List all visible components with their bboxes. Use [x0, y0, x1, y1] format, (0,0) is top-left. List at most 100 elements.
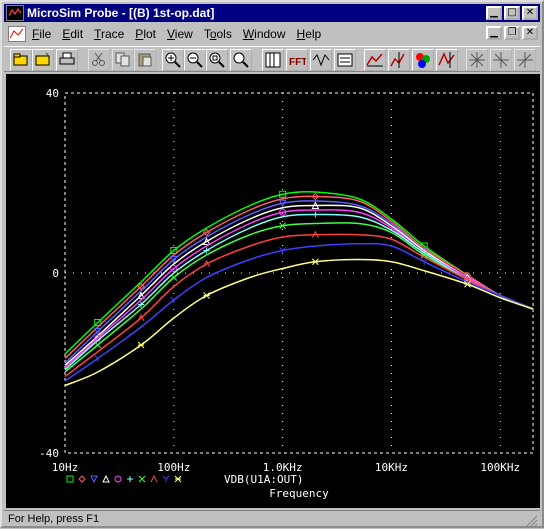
cursor-trough-icon — [469, 52, 485, 68]
close-icon: ✕ — [525, 7, 535, 18]
probe-app-icon[interactable] — [6, 5, 24, 21]
x-tick-label: 10Hz — [52, 461, 79, 474]
toggle-cursor-button[interactable] — [364, 49, 386, 71]
status-bar: For Help, press F1 — [4, 510, 540, 529]
zoom-fit-button[interactable] — [230, 49, 252, 71]
bode-plot[interactable]: 400-4010Hz 100Hz 1.0KHz 10KHz 100KHzVDB(U1A:… — [6, 74, 540, 508]
open-folder-button[interactable] — [32, 49, 54, 71]
series-marker — [150, 474, 158, 483]
y-tick-label: 0 — [52, 267, 59, 280]
series-marker — [162, 475, 170, 482]
performance-analysis-button[interactable] — [310, 49, 332, 71]
toggle-cursor-icon — [366, 53, 383, 67]
svg-text:FFT: FFT — [289, 57, 306, 68]
menu-help[interactable]: Help — [297, 27, 322, 41]
cursor-min-button[interactable] — [514, 49, 536, 71]
series-marker — [203, 292, 210, 299]
zoom-in-button[interactable] — [162, 49, 184, 71]
series-marker — [102, 474, 110, 483]
open-folder-icon — [35, 52, 50, 66]
fft-button[interactable]: FFT — [286, 49, 308, 71]
zoom-out-button[interactable] — [184, 49, 206, 71]
x-axis-label: Frequency — [269, 487, 329, 500]
minimize-button[interactable]: ▁ — [486, 6, 502, 20]
zoom-in-icon — [165, 52, 181, 68]
series-trace — [64, 201, 534, 366]
goal-function-icon — [337, 53, 353, 67]
mark-label-button[interactable] — [412, 49, 434, 71]
title-bar[interactable]: MicroSim Probe - [(B) 1st-op.dat] ▁ □ ✕ — [4, 4, 540, 22]
maximize-icon: □ — [507, 7, 517, 18]
cursor-peak-icon — [390, 52, 405, 68]
axis-settings-icon — [265, 52, 281, 68]
x-tick-label: 10KHz — [375, 461, 408, 474]
window-title: MicroSim Probe - [(B) 1st-op.dat] — [27, 6, 215, 20]
restore-icon: ❐ — [507, 27, 517, 38]
cut-icon — [92, 52, 105, 66]
doc-restore-button[interactable]: ❐ — [504, 26, 520, 40]
series-trace — [64, 192, 534, 360]
axis-settings-button[interactable] — [262, 49, 284, 71]
series-marker — [137, 341, 145, 349]
y-tick-label: 40 — [46, 87, 59, 100]
cut-button[interactable] — [88, 49, 110, 71]
resize-grip-icon[interactable] — [526, 515, 538, 527]
document-icon[interactable] — [8, 25, 26, 42]
menu-plot[interactable]: Plot — [135, 27, 156, 41]
fft-icon: FFT — [289, 57, 306, 68]
status-message: For Help, press F1 — [8, 513, 100, 525]
probe-window: MicroSim Probe - [(B) 1st-op.dat] ▁ □ ✕ … — [0, 0, 544, 528]
legend-label: VDB(U1A:OUT) — [224, 473, 303, 486]
document-window-controls: ▁ ❐ ✕ — [484, 26, 538, 40]
series-marker — [114, 475, 122, 483]
series-marker — [66, 475, 74, 483]
series-marker — [312, 258, 319, 266]
series-marker — [127, 476, 133, 482]
series-marker — [174, 475, 182, 483]
series-line — [64, 209, 534, 369]
series-marker — [94, 341, 102, 349]
cursor-min-icon — [517, 52, 533, 68]
menu-edit[interactable]: Edit — [62, 27, 83, 41]
menu-view[interactable]: View — [167, 27, 193, 41]
cursor-peak-button[interactable] — [388, 49, 410, 71]
doc-close-button[interactable]: ✕ — [522, 26, 538, 40]
y-tick-label: -40 — [39, 447, 59, 460]
cursor-slope-button[interactable] — [490, 49, 512, 71]
zoom-fit-icon — [233, 52, 249, 68]
close-button[interactable]: ✕ — [522, 6, 538, 20]
doc-minimize-button[interactable]: ▁ — [486, 26, 502, 40]
add-trace-button[interactable] — [436, 49, 458, 71]
cursor-slope-icon — [493, 52, 509, 68]
paste-button[interactable] — [134, 49, 156, 71]
print-button[interactable] — [56, 49, 78, 71]
zoom-out-icon — [187, 52, 203, 68]
series-marker — [78, 475, 86, 483]
x-tick-label: 100Hz — [157, 461, 190, 474]
copy-button[interactable] — [112, 49, 134, 71]
menu-bar: File Edit Trace Plot View Tools Window H… — [4, 24, 540, 43]
menu-window[interactable]: Window — [243, 27, 286, 41]
series-marker — [420, 258, 428, 265]
x-tick-label: 100KHz — [480, 461, 520, 474]
menu-trace[interactable]: Trace — [94, 27, 124, 41]
series-line — [64, 204, 534, 366]
series-marker — [170, 274, 178, 281]
series-trace — [64, 230, 534, 378]
mark-label-icon — [416, 53, 430, 68]
goal-function-button[interactable] — [334, 49, 356, 71]
menu-tools[interactable]: Tools — [204, 27, 232, 41]
minimize-icon: ▁ — [490, 7, 498, 18]
performance-analysis-icon — [312, 54, 330, 67]
open-file-button[interactable] — [10, 49, 32, 71]
maximize-button[interactable]: □ — [504, 6, 520, 20]
minimize-icon: ▁ — [490, 27, 498, 38]
menu-file[interactable]: File — [32, 27, 51, 41]
cursor-trough-button[interactable] — [466, 49, 488, 71]
close-icon: ✕ — [525, 27, 535, 38]
open-file-icon — [13, 53, 28, 66]
zoom-area-button[interactable] — [206, 49, 228, 71]
series-marker — [312, 211, 319, 218]
plot-window[interactable]: 40 0 -40 10Hz 100Hz 1.0KHz 10KHz 100KHz VDB(U1A:… — [6, 74, 540, 508]
series-marker — [90, 475, 98, 484]
